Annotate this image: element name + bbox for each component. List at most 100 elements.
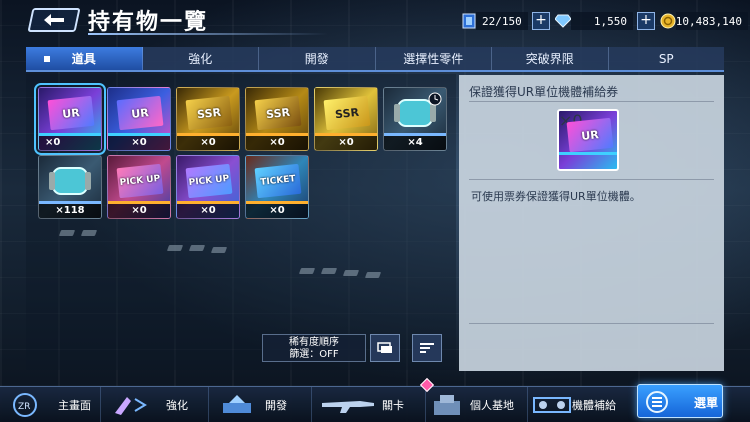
- item-pickup-ticket-1[interactable]: PICK UP ×0: [107, 155, 171, 219]
- tab-label: 選擇性零件: [403, 52, 464, 66]
- sort-filter-button[interactable]: 稀有度順序 篩選：OFF: [262, 334, 366, 362]
- item-canister[interactable]: ×118: [38, 155, 102, 219]
- ticket-rarity: UR: [580, 127, 600, 143]
- item-count: ×0: [39, 136, 101, 150]
- ticket-rarity: TICKET: [259, 174, 297, 188]
- rifle-icon: [322, 401, 374, 413]
- rarity-strip: [559, 152, 617, 155]
- nav-develop[interactable]: 開發: [209, 387, 312, 422]
- buy-gems-button[interactable]: +: [637, 12, 655, 30]
- base-icon: [434, 395, 460, 415]
- tab-label: 強化: [188, 52, 213, 66]
- filter-status-label: 篩選：OFF: [289, 349, 339, 360]
- item-count: ×0: [108, 204, 170, 218]
- tab-label: 開發: [304, 52, 329, 66]
- sort-order-label: 稀有度順序: [289, 337, 339, 348]
- ssr-ticket-icon: SSR: [185, 95, 233, 131]
- capacity-value: 22/150: [476, 12, 528, 30]
- nav-personal-base[interactable]: 個人基地: [426, 387, 528, 422]
- back-button[interactable]: [27, 8, 81, 32]
- expand-capacity-button[interactable]: +: [532, 12, 550, 30]
- coin-value: 10,483,140: [676, 12, 748, 30]
- detail-item-name: 保證獲得UR單位機體補給券: [469, 85, 619, 99]
- item-count: ×118: [39, 204, 101, 218]
- nav-stages[interactable]: 關卡: [312, 387, 426, 422]
- home-icon: ZR: [13, 393, 37, 417]
- ur-ticket-icon: UR: [47, 95, 95, 131]
- nav-label: 開發: [265, 399, 287, 412]
- detail-ur-ticket-icon: UR ×0: [557, 109, 619, 171]
- nav-label: 個人基地: [470, 399, 514, 412]
- item-count: ×0: [108, 136, 170, 150]
- item-count: ×4: [384, 136, 446, 150]
- detail-description: 可使用票券保證獲得UR單位機體。: [471, 190, 641, 203]
- divider: [469, 101, 714, 102]
- canister-icon: [49, 167, 91, 195]
- item-ur-ticket[interactable]: UR ×0: [34, 83, 106, 155]
- item-ur-ticket-flag[interactable]: UR ×0: [107, 87, 171, 151]
- menu-icon: [646, 391, 668, 413]
- tab-optional-parts[interactable]: 選擇性零件: [376, 47, 492, 70]
- item-detail-panel: 保證獲得UR單位機體補給券 UR ×0 可使用票券保證獲得UR單位機體。: [459, 75, 724, 371]
- item-ssr-ticket-3[interactable]: SSR ×0: [314, 87, 378, 151]
- tab-limit-break[interactable]: 突破界限: [492, 47, 609, 70]
- ticket-rarity: UR: [61, 105, 81, 121]
- ur-ticket-icon: UR: [116, 95, 164, 131]
- title-underline: [88, 33, 328, 35]
- nav-home[interactable]: ZR 主畫面: [0, 387, 101, 422]
- capacity-counter: 22/150 +: [462, 11, 550, 31]
- divider: [469, 179, 714, 180]
- gem-value: 1,550: [571, 12, 633, 30]
- ticket-rarity: SSR: [334, 105, 360, 121]
- item-ssr-ticket-2[interactable]: SSR ×0: [245, 87, 309, 151]
- coin-icon: [660, 13, 676, 29]
- supply-icon: [533, 397, 571, 413]
- ssr-ticket-icon: SSR: [254, 95, 302, 131]
- item-count: ×0: [246, 136, 308, 150]
- gem-icon: [555, 14, 571, 28]
- upgrade-icon: [115, 397, 147, 415]
- ur-ticket-icon: UR: [566, 117, 614, 153]
- sort-direction-button[interactable]: [412, 334, 442, 362]
- item-plain-ticket[interactable]: TICKET ×0: [245, 155, 309, 219]
- item-pickup-ticket-2[interactable]: PICK UP ×0: [176, 155, 240, 219]
- view-toggle-button[interactable]: [370, 334, 400, 362]
- develop-icon: [223, 395, 251, 413]
- ticket-rarity: PICK UP: [119, 173, 161, 189]
- ticket-rarity: SSR: [265, 105, 291, 121]
- menu-label: 選單: [694, 396, 719, 410]
- nav-enhance[interactable]: 強化: [101, 387, 209, 422]
- tab-label: 道具: [71, 52, 96, 66]
- tab-sp[interactable]: SP: [609, 47, 725, 70]
- ticket-rarity: SSR: [196, 105, 222, 121]
- card-view-icon: [377, 342, 392, 353]
- menu-button[interactable]: 選單: [637, 384, 723, 418]
- tab-develop[interactable]: 開發: [259, 47, 376, 70]
- nav-unit-supply[interactable]: 機體補給: [528, 387, 628, 422]
- item-canister-timer[interactable]: ×4: [383, 87, 447, 151]
- nav-label: 機體補給: [572, 399, 616, 412]
- tab-enhance[interactable]: 強化: [143, 47, 259, 70]
- item-count: ×0: [315, 136, 377, 150]
- item-count: ×0: [177, 136, 239, 150]
- tab-marker-icon: [44, 56, 50, 62]
- item-count: ×0: [177, 204, 239, 218]
- pickup-ticket-icon: PICK UP: [185, 163, 233, 199]
- tab-label: SP: [658, 52, 674, 66]
- tab-items[interactable]: 道具: [26, 47, 143, 70]
- ticket-rarity: UR: [130, 105, 150, 121]
- ssr-ticket-icon: SSR: [323, 95, 371, 131]
- ticket-rarity: PICK UP: [188, 173, 230, 189]
- category-tabs: 道具 強化 開發 選擇性零件 突破界限 SP: [26, 47, 724, 72]
- item-count: ×0: [246, 204, 308, 218]
- gem-counter: 1,550 +: [555, 11, 655, 31]
- nav-label: 主畫面: [58, 399, 91, 412]
- unit-capacity-icon: [462, 13, 476, 29]
- sort-lines-icon: [420, 343, 434, 353]
- header: 持有物一覽 22/150 + 1,550 + 10,483,140: [0, 0, 750, 42]
- nav-label: 強化: [166, 399, 188, 412]
- pickup-ticket-icon: PICK UP: [116, 163, 164, 199]
- coin-counter: 10,483,140: [660, 11, 748, 31]
- page-title: 持有物一覽: [88, 10, 209, 35]
- item-ssr-ticket-1[interactable]: SSR ×0: [176, 87, 240, 151]
